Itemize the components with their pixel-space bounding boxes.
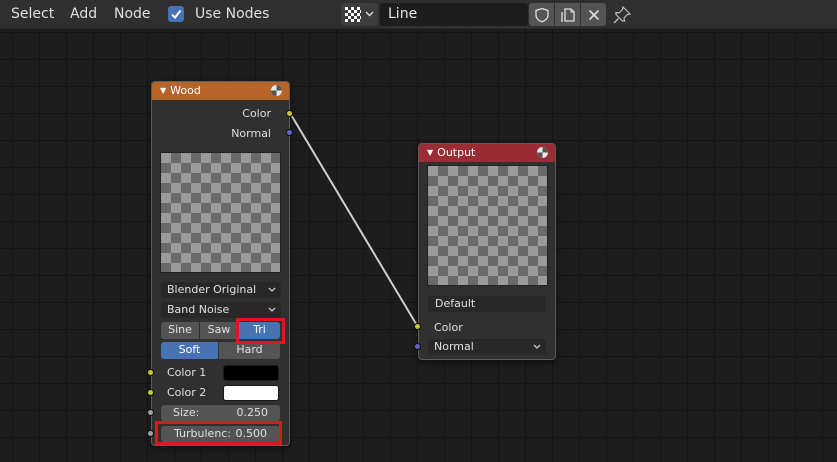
texture-node-icon[interactable]: [536, 146, 549, 159]
wood-node[interactable]: ▼ Wood Color Normal Blender Original Band…: [151, 81, 290, 446]
output-node-title: Output: [437, 146, 476, 159]
turbulence-slider[interactable]: Turbulenc: 0.500: [161, 426, 280, 442]
chevron-down-icon: [268, 307, 276, 312]
color2-swatch[interactable]: [223, 385, 279, 401]
color2-input-socket[interactable]: [147, 389, 154, 396]
wave-tri-button[interactable]: Tri: [239, 322, 280, 339]
chevron-down-icon: [533, 344, 541, 349]
wood-node-header[interactable]: ▼ Wood: [152, 82, 289, 100]
noise-type-value: Band Noise: [167, 303, 230, 316]
size-input-socket[interactable]: [147, 409, 154, 416]
output-color-label: Color: [434, 321, 463, 334]
color1-input-socket[interactable]: [147, 369, 154, 376]
wood-node-title: Wood: [170, 84, 201, 97]
output-normal-input-socket[interactable]: [414, 343, 421, 350]
output-node[interactable]: ▼ Output Default Color Normal: [418, 143, 556, 360]
normal-dropdown-value: Normal: [434, 340, 474, 353]
output-normal-label: Normal: [231, 127, 271, 140]
wood-normal-output-socket[interactable]: [286, 129, 293, 136]
wood-preview: [160, 152, 281, 273]
wood-type-dropdown[interactable]: Blender Original: [161, 282, 281, 298]
turbulence-value: 0.500: [235, 427, 268, 440]
collapse-triangle-icon[interactable]: ▼: [427, 148, 433, 157]
chevron-down-icon: [268, 287, 276, 292]
output-color-input-socket[interactable]: [414, 323, 421, 330]
turbulence-label: Turbulenc:: [174, 427, 232, 440]
noise-hard-button[interactable]: Hard: [219, 342, 280, 359]
color1-label: Color 1: [167, 366, 207, 379]
wave-saw-button[interactable]: Saw: [200, 322, 238, 339]
color2-label: Color 2: [167, 386, 207, 399]
wave-sine-button[interactable]: Sine: [161, 322, 199, 339]
noise-type-dropdown[interactable]: Band Noise: [161, 302, 281, 318]
output-node-header[interactable]: ▼ Output: [419, 144, 555, 162]
size-slider[interactable]: Size: 0.250: [161, 405, 280, 421]
wood-color-output-socket[interactable]: [286, 110, 293, 117]
color1-swatch[interactable]: [223, 365, 279, 381]
size-label: Size:: [173, 406, 200, 419]
output-name-field[interactable]: Default: [428, 296, 546, 312]
output-preview: [427, 165, 548, 286]
wood-type-value: Blender Original: [167, 283, 257, 296]
texture-node-icon[interactable]: [270, 84, 283, 97]
turbulence-input-socket[interactable]: [147, 430, 154, 437]
size-value: 0.250: [236, 406, 269, 419]
collapse-triangle-icon[interactable]: ▼: [160, 86, 166, 95]
noise-soft-button[interactable]: Soft: [161, 342, 218, 359]
output-color-label: Color: [242, 107, 271, 120]
normal-dropdown[interactable]: Normal: [428, 339, 546, 355]
